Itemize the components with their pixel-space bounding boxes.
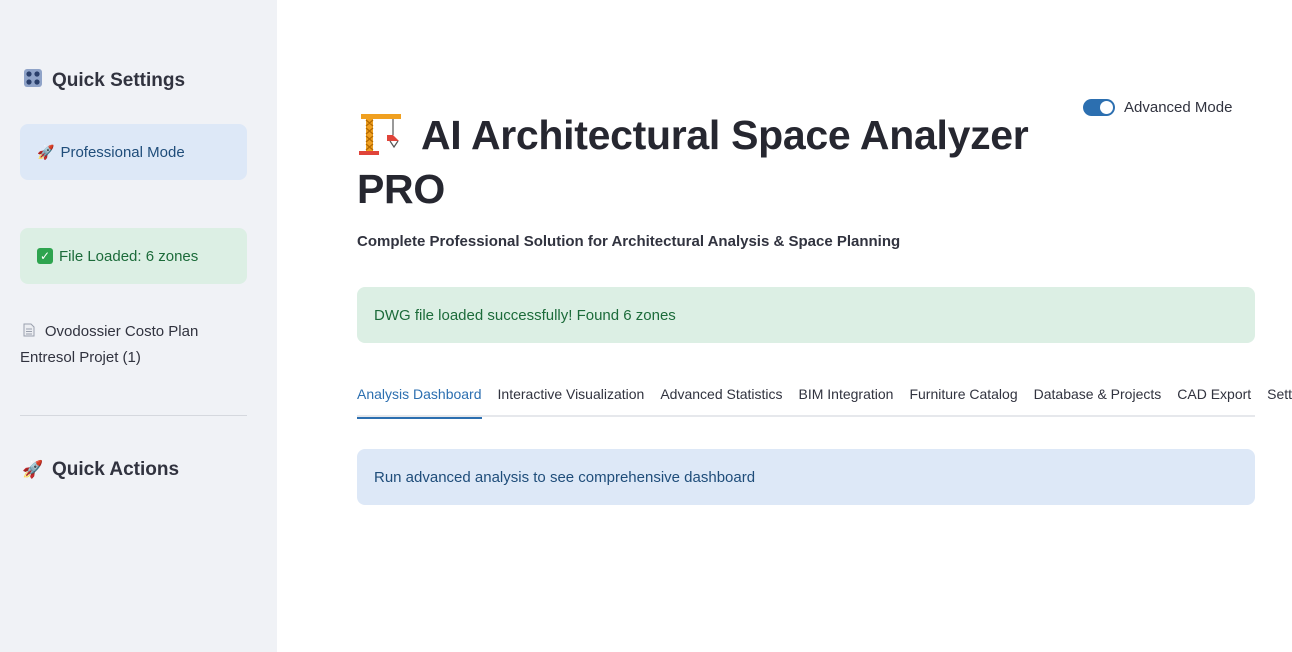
quick-actions-heading: 🚀 Quick Actions xyxy=(22,459,179,481)
page-subtitle: Complete Professional Solution for Archi… xyxy=(357,233,901,250)
toggle-knob xyxy=(1100,101,1113,114)
advanced-mode-toggle[interactable]: Advanced Mode xyxy=(1083,99,1232,116)
sidebar: Quick Settings 🚀 Professional Mode ✓ Fil… xyxy=(0,0,277,652)
professional-mode-label: Professional Mode xyxy=(60,143,185,161)
quick-settings-label: Quick Settings xyxy=(52,69,186,91)
tab-analysis-dashboard[interactable]: Analysis Dashboard xyxy=(357,384,482,419)
advanced-mode-label: Advanced Mode xyxy=(1124,99,1233,116)
tab-advanced-statistics[interactable]: Advanced Statistics xyxy=(660,384,782,417)
quick-actions-label: Quick Actions xyxy=(52,459,180,480)
document-icon xyxy=(23,323,39,339)
sidebar-divider xyxy=(20,415,247,416)
run-analysis-info: Run advanced analysis to see comprehensi… xyxy=(357,449,1255,505)
construction-crane-icon xyxy=(359,114,401,155)
file-name-label: Ovodossier Costo Plan Entresol Projet (1… xyxy=(20,323,199,366)
control-knobs-icon xyxy=(22,68,44,93)
quick-settings-heading: Quick Settings xyxy=(22,68,185,93)
file-name: Ovodossier Costo Plan Entresol Projet (1… xyxy=(20,318,250,371)
rocket-icon: 🚀 xyxy=(37,143,55,160)
tab-bim-integration[interactable]: BIM Integration xyxy=(799,384,894,417)
tab-database-projects[interactable]: Database & Projects xyxy=(1034,384,1162,417)
file-loaded-alert: ✓ File Loaded: 6 zones xyxy=(20,228,247,284)
dwg-loaded-alert: DWG file loaded successfully! Found 6 zo… xyxy=(357,287,1255,343)
professional-mode-alert: 🚀 Professional Mode xyxy=(20,124,247,180)
file-loaded-label: File Loaded: 6 zones xyxy=(59,247,199,265)
tab-settings[interactable]: Settings xyxy=(1267,384,1292,417)
page-title: AI Architectural Space Analyzer PRO xyxy=(357,108,1077,216)
page-title-text: AI Architectural Space Analyzer PRO xyxy=(357,112,1029,212)
check-mark-icon: ✓ xyxy=(37,248,53,264)
toggle-switch[interactable] xyxy=(1083,99,1115,116)
tab-furniture-catalog[interactable]: Furniture Catalog xyxy=(909,384,1017,417)
tab-interactive-visualization[interactable]: Interactive Visualization xyxy=(498,384,645,417)
dwg-loaded-message: DWG file loaded successfully! Found 6 zo… xyxy=(374,306,676,324)
run-analysis-message: Run advanced analysis to see comprehensi… xyxy=(374,468,756,486)
rocket-icon: 🚀 xyxy=(22,460,44,479)
tab-bar: Analysis Dashboard Interactive Visualiza… xyxy=(357,384,1292,419)
tab-cad-export[interactable]: CAD Export xyxy=(1177,384,1251,417)
